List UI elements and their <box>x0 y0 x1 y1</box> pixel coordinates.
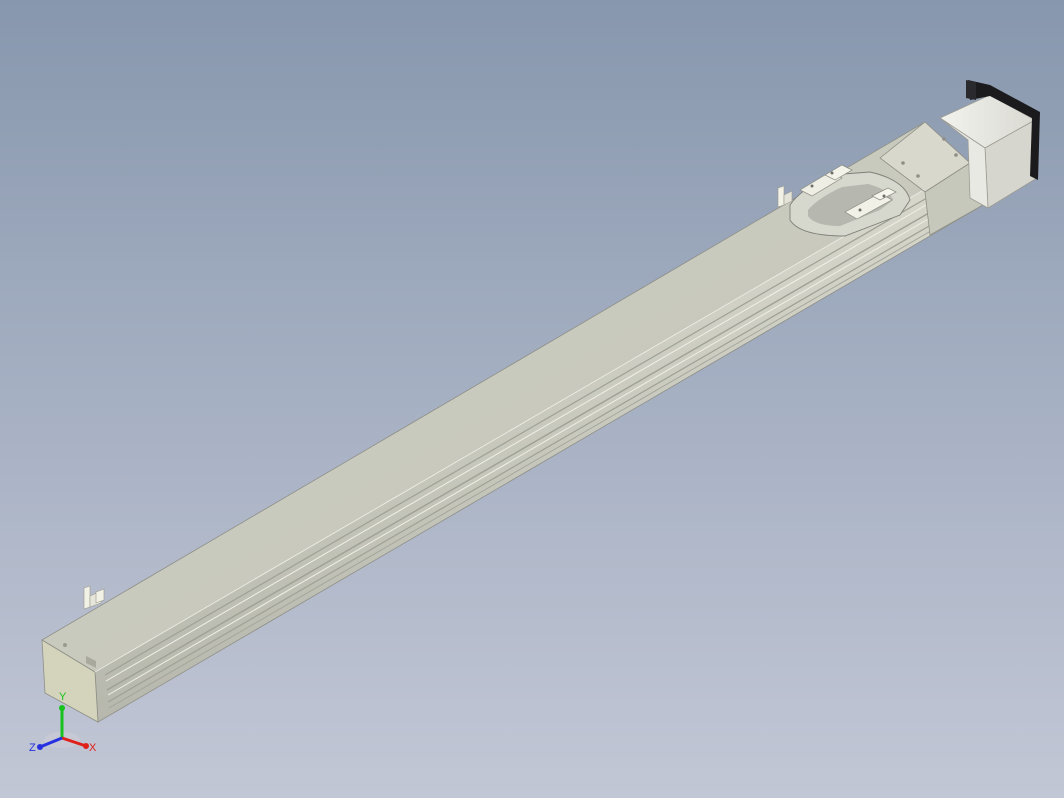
rail-groove <box>106 209 935 691</box>
triad-z-tip <box>37 744 43 750</box>
triad-z-label: Z <box>29 742 36 754</box>
carriage-screw <box>882 194 886 198</box>
sensor-body <box>95 588 105 604</box>
rail-groove <box>107 221 937 703</box>
carriage-screw <box>858 208 862 212</box>
cad-viewport[interactable]: Y X Z <box>0 0 1064 798</box>
sensor-body <box>83 585 91 610</box>
model-canvas[interactable]: Y X Z <box>0 0 1064 798</box>
mount-screw <box>916 174 920 178</box>
carriage-screw <box>830 171 834 175</box>
rail-side-face <box>94 162 984 723</box>
mount-screw <box>954 153 958 157</box>
motor-connector <box>966 80 976 100</box>
mount-screw <box>901 161 905 165</box>
rail-groove <box>105 200 934 682</box>
rail-edge <box>94 162 971 673</box>
rail-groove <box>107 214 936 696</box>
rail-groove <box>104 194 933 676</box>
mount-screw <box>942 137 946 141</box>
triad-x-label: X <box>89 742 97 754</box>
end-cap-screw <box>63 643 67 647</box>
rail-groove <box>108 227 937 709</box>
carriage-screw <box>810 184 814 188</box>
sensor-body <box>777 185 785 208</box>
triad-y-label: Y <box>59 691 67 703</box>
triad-y-tip <box>59 705 65 711</box>
